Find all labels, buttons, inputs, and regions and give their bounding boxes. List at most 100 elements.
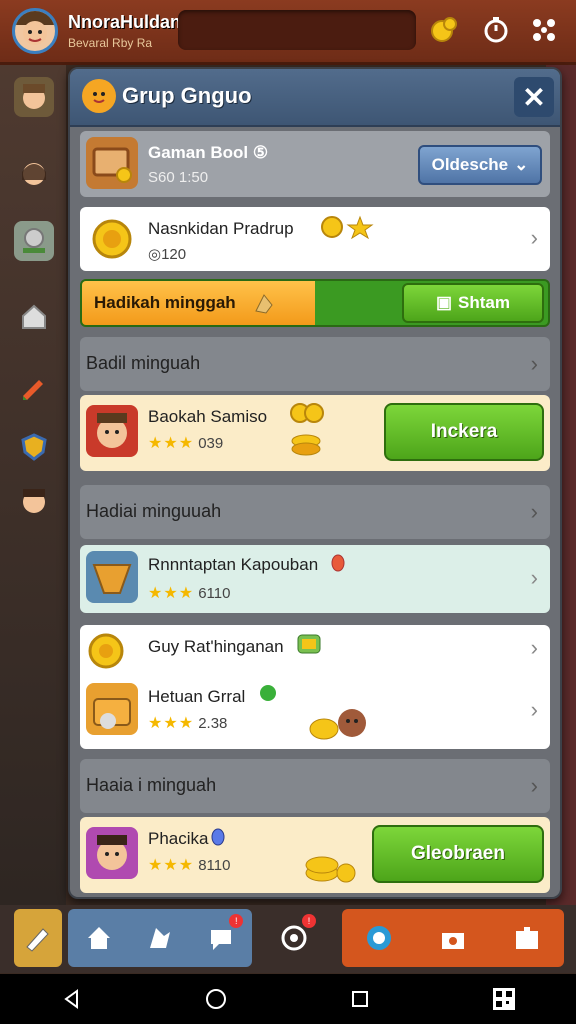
row-nasnkidan[interactable]: Nasnkidan Pradrup ◎120 ›: [80, 207, 550, 271]
section-header-hadiai[interactable]: Hadiai minguuah ›: [80, 485, 550, 539]
player-avatar[interactable]: [12, 8, 58, 54]
chevron-right-icon: ›: [530, 225, 538, 250]
clap-icon: [252, 291, 276, 321]
left-rail: [0, 65, 66, 905]
star-coin-icon: [320, 215, 376, 244]
bottom-bar: ! !: [0, 905, 576, 973]
gold-stack-icon: [302, 845, 358, 890]
row-guy-hetuan[interactable]: Guy Rat'hinganan › Hetuan Grral ★★★ 2.38…: [80, 625, 550, 749]
search-field[interactable]: [178, 10, 416, 50]
nav-group-right: [342, 909, 564, 967]
row-title: Baokah Samiso: [148, 407, 268, 426]
green-gem-icon: [258, 683, 278, 708]
horn-icon: [86, 551, 138, 603]
rating-stars: ★★★: [148, 715, 195, 732]
map-icon[interactable]: [140, 918, 180, 958]
dropdown-label: Oldesche: [431, 155, 509, 174]
celebrate-button[interactable]: Gleobraen: [372, 825, 544, 883]
close-button[interactable]: ✕: [514, 77, 554, 117]
row-rnnntaptan[interactable]: Rnnntaptan Kapouban ★★★ 6110 ›: [80, 545, 550, 613]
chat-bubble-icon: ▣: [435, 293, 453, 312]
rail-boy-icon[interactable]: [14, 481, 54, 521]
rating-stars: ★★★: [148, 585, 195, 602]
row-gaman[interactable]: Gaman Bool ⑤ S60 1:50 Oldesche ⌄: [80, 131, 550, 197]
row-title: Phacika: [148, 829, 209, 848]
row-value: 8110: [198, 857, 231, 874]
rail-girl-icon[interactable]: [14, 153, 54, 193]
coin-cookie-icon: [86, 631, 126, 676]
rail-badge-icon[interactable]: [14, 221, 54, 261]
player-portrait-icon: [86, 405, 138, 457]
row-title: Gaman Bool ⑤: [148, 143, 269, 162]
group-logo-icon: [82, 79, 116, 113]
notification-badge: !: [302, 914, 316, 928]
row-value: ◎120: [148, 246, 187, 263]
section-header-haaia[interactable]: Haaia i minguah ›: [80, 759, 550, 813]
row-title-b: Hetuan Grral: [148, 687, 246, 706]
coins-cat-icon: [308, 703, 372, 748]
row-value: 6110: [198, 585, 231, 602]
avatar-face-icon: [15, 11, 55, 45]
top-bar: NnoraHuldan Bevaral Rby Ra: [0, 0, 576, 65]
row-value: 2.38: [198, 715, 228, 732]
row-title: Nasnkidan Pradrup: [148, 219, 294, 238]
chevron-right-icon: ›: [530, 351, 538, 376]
row-title: Rnnntaptan Kapouban: [148, 555, 319, 574]
sort-dropdown[interactable]: Oldesche ⌄: [418, 145, 542, 185]
chat-icon[interactable]: !: [201, 914, 244, 958]
rating-stars: ★★★: [148, 435, 195, 452]
timer-icon[interactable]: [480, 14, 512, 46]
progress-row: Hadikah minggah ▣ Shtam: [80, 279, 550, 327]
help-icon[interactable]: [359, 918, 399, 958]
coins-icon[interactable]: [428, 14, 460, 46]
row-value: 039: [198, 435, 224, 452]
group-panel: Grup Gnguo ✕ Gaman Bool ⑤ S60 1:50 Oldes…: [68, 67, 562, 899]
radar-icon[interactable]: !: [274, 914, 316, 958]
player-name: NnoraHuldan: [68, 12, 182, 32]
claim-button[interactable]: ▣ Shtam: [402, 283, 544, 323]
home-icon[interactable]: [79, 918, 119, 958]
chevron-right-icon: ›: [530, 499, 538, 524]
edit-tool-button[interactable]: [14, 909, 62, 967]
player-subtitle: Bevaral Rby Ra: [68, 36, 153, 50]
chevron-down-icon: ⌄: [514, 155, 529, 174]
row-baokah[interactable]: Baokah Samiso ★★★ 039 Inckera: [80, 395, 550, 471]
chevron-right-icon: ›: [530, 565, 538, 590]
home-circle-icon[interactable]: [196, 979, 236, 1019]
chevron-right-icon: ›: [530, 773, 538, 798]
section-label: Haaia i minguah: [86, 775, 217, 795]
system-nav-bar: [0, 974, 576, 1024]
blue-egg-icon: [210, 827, 226, 852]
notification-badge: !: [229, 914, 244, 928]
puzzle-icon[interactable]: [507, 918, 547, 958]
egg-icon: [330, 553, 346, 578]
rail-avatar-icon[interactable]: [14, 77, 54, 117]
recents-icon[interactable]: [340, 979, 380, 1019]
chevron-right-icon: ›: [530, 697, 538, 722]
panel-header: Grup Gnguo ✕: [70, 69, 560, 127]
basket-icon: [86, 683, 138, 735]
section-label: Hadiai minguuah: [86, 501, 222, 521]
row-title-a: Guy Rat'hinganan: [148, 637, 284, 656]
pencil-icon: [18, 918, 58, 958]
row-phacika[interactable]: Phacika ★★★ 8110 Gleobraen: [80, 817, 550, 893]
chevron-right-icon: ›: [530, 635, 538, 660]
rail-pencil-icon[interactable]: [14, 367, 54, 407]
collect-button[interactable]: Inckera: [384, 403, 544, 461]
treasure-map-icon: [86, 137, 138, 189]
row-value: S60 1:50: [148, 169, 209, 186]
settings-icon[interactable]: [528, 14, 560, 46]
panel-title: Grup Gnguo: [122, 83, 252, 108]
section-header-badil[interactable]: Badil minguah ›: [80, 337, 550, 391]
shop-icon[interactable]: [433, 918, 473, 958]
boy-portrait-icon: [86, 827, 138, 879]
gold-shield-icon: [86, 213, 138, 265]
qr-code-icon[interactable]: [484, 979, 524, 1019]
section-label: Badil minguah: [86, 353, 201, 373]
coins-stack-icon: [286, 401, 326, 466]
back-icon[interactable]: [52, 979, 92, 1019]
rail-shield-icon[interactable]: [14, 427, 54, 467]
stack-cup-icon: [296, 631, 322, 662]
rail-house-icon[interactable]: [14, 297, 54, 337]
rating-stars: ★★★: [148, 857, 195, 874]
